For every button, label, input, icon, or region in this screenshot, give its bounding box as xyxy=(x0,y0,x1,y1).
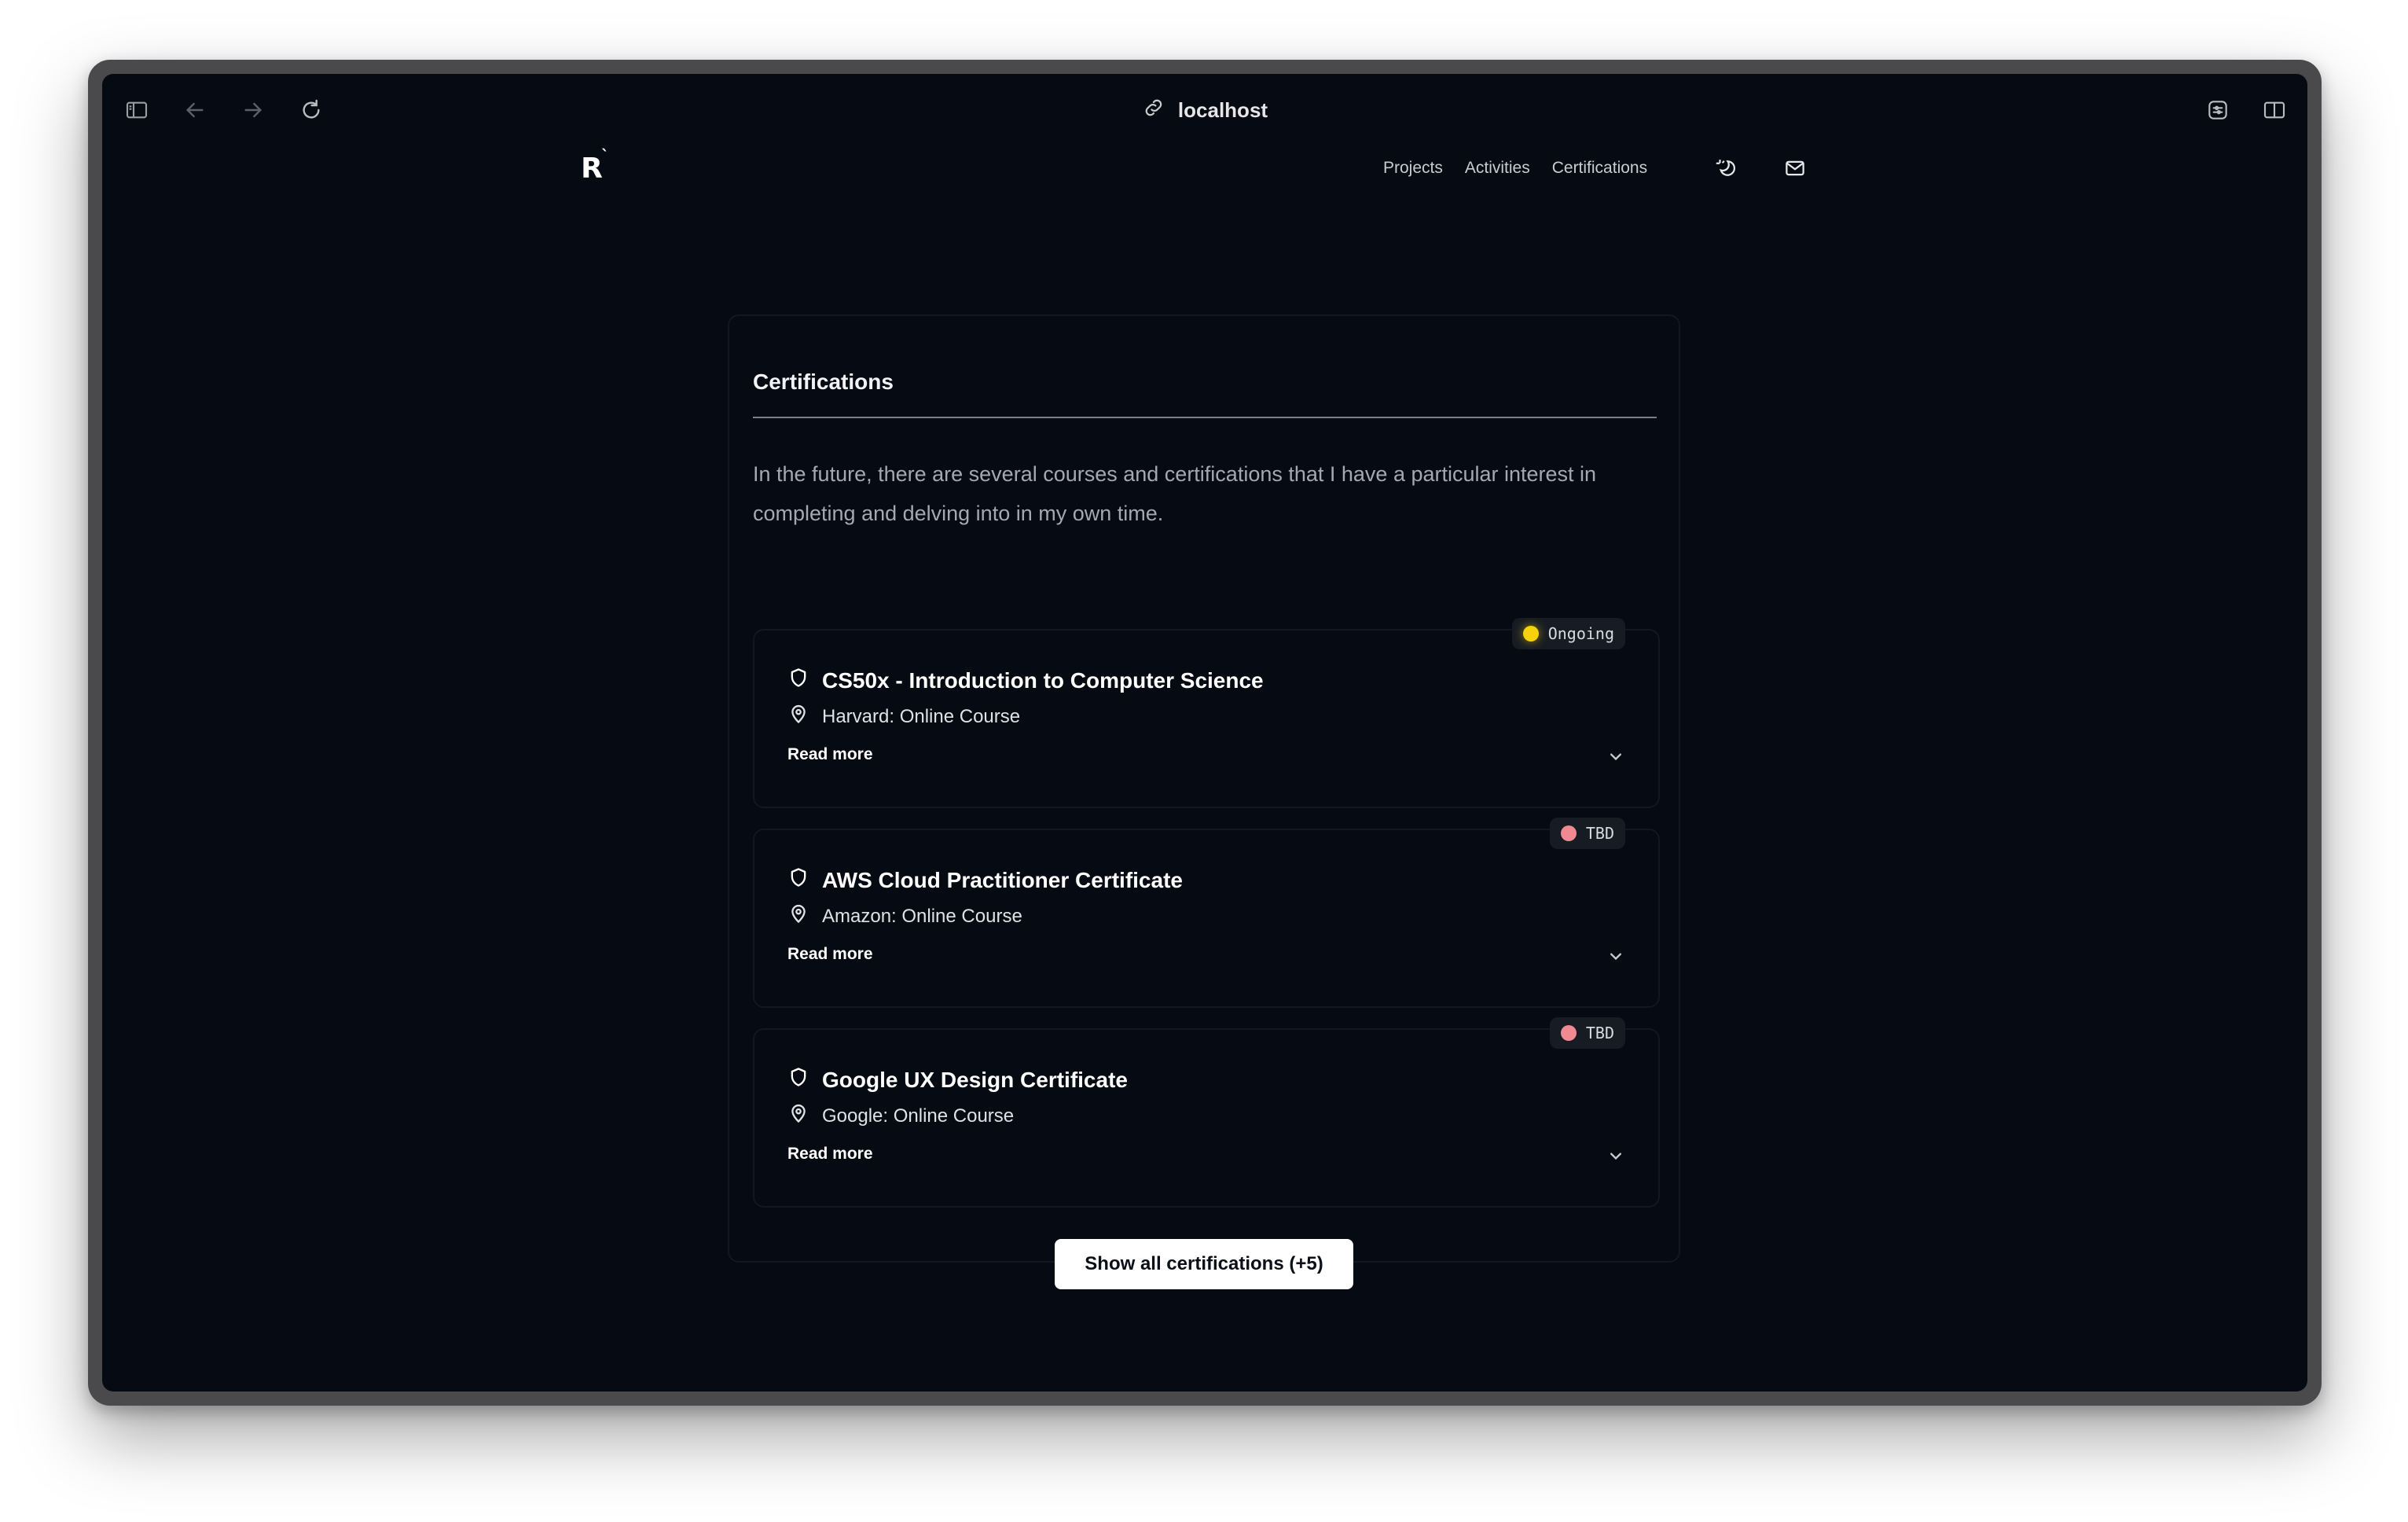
status-badge: Ongoing xyxy=(1511,618,1625,649)
certification-provider: Harvard: Online Course xyxy=(822,705,1021,727)
nav-link-activities[interactable]: Activities xyxy=(1465,159,1530,178)
back-icon[interactable] xyxy=(181,96,209,124)
logo-letter: R xyxy=(581,152,603,185)
shield-icon xyxy=(787,667,809,694)
section-intro: In the future, there are several courses… xyxy=(753,462,1597,525)
browser-window: localhost R ` Projects Activities Certif… xyxy=(88,60,2322,1406)
certification-provider: Amazon: Online Course xyxy=(822,905,1022,927)
url-text: localhost xyxy=(1177,97,1268,122)
chevron-down-icon[interactable] xyxy=(1605,945,1627,967)
status-dot xyxy=(1522,626,1539,642)
mail-icon[interactable] xyxy=(1781,154,1809,182)
link-icon xyxy=(1142,96,1165,125)
split-view-icon[interactable] xyxy=(2260,96,2289,124)
chevron-down-icon[interactable] xyxy=(1605,1145,1627,1167)
shield-icon xyxy=(787,866,809,894)
show-all-certifications-button[interactable]: Show all certifications (+5) xyxy=(1055,1239,1353,1289)
status-label: TBD xyxy=(1585,824,1614,843)
section-title: Certifications xyxy=(753,369,894,394)
certification-title: Google UX Design Certificate xyxy=(822,1067,1128,1092)
status-badge: TBD xyxy=(1549,1017,1625,1049)
status-label: TBD xyxy=(1585,1024,1614,1042)
status-badge: TBD xyxy=(1549,818,1625,849)
location-pin-icon xyxy=(787,903,809,930)
certification-title: CS50x - Introduction to Computer Science xyxy=(822,667,1264,693)
site-nav: Projects Activities Certifications xyxy=(1383,146,1647,190)
certification-provider-row: Google: Online Course xyxy=(787,1102,1014,1130)
certification-title: AWS Cloud Practitioner Certificate xyxy=(822,867,1183,892)
location-pin-icon xyxy=(787,1102,809,1130)
certification-heading: Google UX Design Certificate xyxy=(787,1066,1128,1094)
theme-toggle-icon[interactable] xyxy=(1712,154,1740,182)
site-logo[interactable]: R ` xyxy=(570,146,614,190)
read-more-toggle[interactable]: Read more xyxy=(787,745,873,764)
certification-item: TBD Google UX Design Certificate Google:… xyxy=(753,1017,1660,1208)
certification-item: TBD AWS Cloud Practitioner Certificate A… xyxy=(753,818,1660,1008)
extension-icon[interactable] xyxy=(2204,96,2232,124)
nav-link-certifications[interactable]: Certifications xyxy=(1552,159,1647,178)
chevron-down-icon[interactable] xyxy=(1605,745,1627,767)
reload-icon[interactable] xyxy=(297,96,325,124)
certifications-card: Certifications In the future, there are … xyxy=(728,314,1680,1289)
section-divider xyxy=(753,417,1657,418)
forward-icon[interactable] xyxy=(239,96,267,124)
certification-heading: CS50x - Introduction to Computer Science xyxy=(787,667,1264,694)
certification-provider-row: Amazon: Online Course xyxy=(787,903,1022,930)
status-dot xyxy=(1560,825,1577,841)
certification-item: Ongoing CS50x - Introduction to Computer… xyxy=(753,618,1660,808)
location-pin-icon xyxy=(787,703,809,730)
read-more-toggle[interactable]: Read more xyxy=(787,945,873,964)
nav-link-projects[interactable]: Projects xyxy=(1383,159,1443,178)
shield-icon xyxy=(787,1066,809,1094)
read-more-toggle[interactable]: Read more xyxy=(787,1145,873,1164)
logo-mark: ` xyxy=(601,146,609,165)
browser-toolbar: localhost xyxy=(102,74,2307,146)
site-header: R ` Projects Activities Certifications xyxy=(102,146,2307,198)
sidebar-icon[interactable] xyxy=(123,96,151,124)
certification-provider: Google: Online Course xyxy=(822,1105,1015,1127)
status-label: Ongoing xyxy=(1547,624,1614,643)
status-dot xyxy=(1560,1025,1577,1041)
browser-viewport: localhost R ` Projects Activities Certif… xyxy=(102,74,2307,1391)
certification-provider-row: Harvard: Online Course xyxy=(787,703,1020,730)
certification-heading: AWS Cloud Practitioner Certificate xyxy=(787,866,1183,894)
address-bar[interactable]: localhost xyxy=(1142,91,1268,129)
